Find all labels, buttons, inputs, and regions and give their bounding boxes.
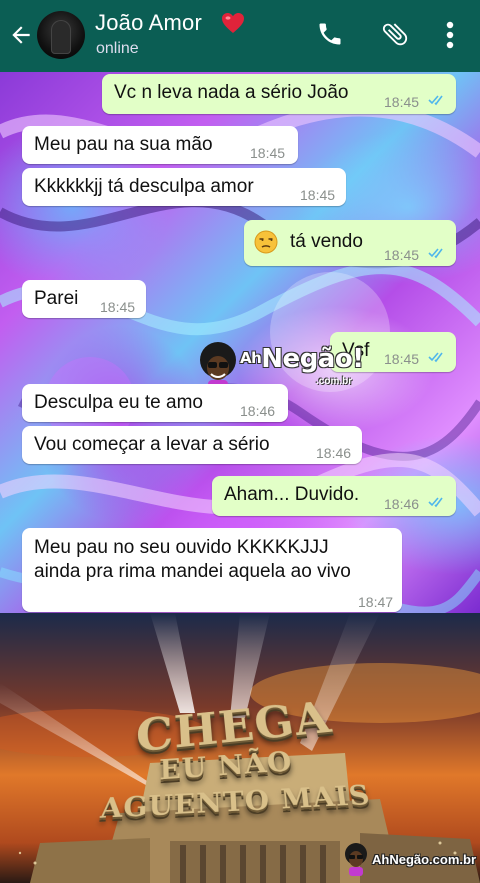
footer-watermark-text: AhNegão.com.br (372, 852, 477, 867)
read-ticks-icon (428, 497, 443, 508)
message-text: Kkkkkkjj tá desculpa amor (34, 176, 254, 197)
message-bubble-outgoing[interactable]: Vc n leva nada a sério João 18:45 (102, 74, 456, 114)
message-time: 18:45 (300, 187, 336, 203)
message-text-line2: ainda pra rima mandei aquela ao vivo (34, 561, 351, 582)
message-bubble-incoming[interactable]: Desculpa eu te amo 18:46 (22, 384, 288, 422)
message-time: 18:46 (384, 496, 420, 512)
message-time: 18:45 (384, 247, 420, 263)
contact-name[interactable]: João Amor (95, 10, 202, 36)
message-text: Desculpa eu te amo (34, 392, 203, 413)
phone-icon[interactable] (316, 20, 344, 48)
message-text-line1: Meu pau no seu ouvido KKKKKJJJ (34, 537, 329, 558)
footer-watermark: AhNegão.com.br (338, 842, 478, 876)
read-ticks-icon (428, 352, 443, 363)
message-bubble-incoming[interactable]: Vou começar a levar a sério 18:46 (22, 426, 362, 464)
message-time: 18:45 (100, 299, 136, 315)
message-time: 18:46 (316, 445, 352, 461)
chat-area[interactable]: Vc n leva nada a sério João 18:45 Meu pa… (0, 72, 480, 613)
heart-icon (222, 13, 244, 33)
message-text: Aham... Duvido. (224, 484, 360, 505)
more-vert-icon[interactable] (444, 20, 456, 50)
unamused-face-icon (254, 230, 278, 254)
message-text: Parei (34, 288, 79, 309)
contact-status: online (96, 40, 139, 57)
message-text: Meu pau na sua mão (34, 134, 213, 155)
chat-header: João Amor online (0, 0, 480, 72)
paperclip-icon[interactable] (380, 19, 410, 49)
message-text: tá vendo (290, 231, 363, 252)
watermark-text: AhNegão! (240, 344, 364, 374)
message-time: 18:45 (250, 145, 286, 161)
read-ticks-icon (428, 248, 443, 259)
message-bubble-outgoing[interactable]: Aham... Duvido. 18:46 (212, 476, 456, 516)
message-bubble-incoming[interactable]: Meu pau na sua mão 18:45 (22, 126, 298, 164)
mascot-icon (345, 843, 367, 876)
message-text: Vou começar a levar a sério (34, 434, 270, 455)
message-bubble-incoming[interactable]: Parei 18:45 (22, 280, 146, 318)
message-text: Vc n leva nada a sério João (114, 82, 349, 103)
message-time: 18:47 (358, 594, 394, 610)
read-ticks-icon (428, 95, 443, 106)
message-time: 18:46 (240, 403, 276, 419)
avatar[interactable] (37, 11, 85, 59)
back-arrow-icon[interactable] (8, 22, 34, 48)
message-time: 18:45 (384, 94, 420, 110)
watermark-domain: .com.br (316, 376, 353, 387)
message-bubble-outgoing[interactable]: tá vendo 18:45 (244, 220, 456, 266)
message-bubble-incoming[interactable]: Meu pau no seu ouvido KKKKKJJJ ainda pra… (22, 528, 402, 612)
message-bubble-incoming[interactable]: Kkkkkkjj tá desculpa amor 18:45 (22, 168, 346, 206)
message-time: 18:45 (384, 351, 420, 367)
